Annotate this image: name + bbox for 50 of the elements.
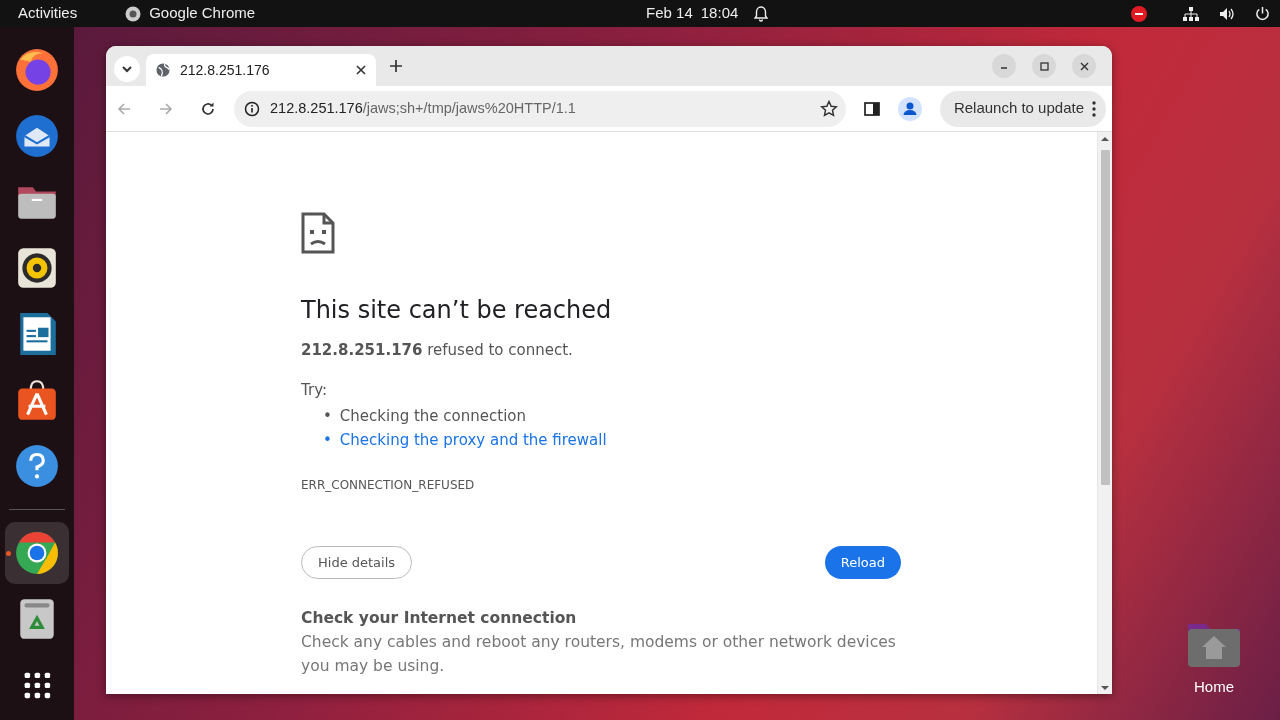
close-window-button[interactable] (1072, 54, 1096, 78)
maximize-icon (1039, 61, 1049, 71)
more-icon[interactable] (1092, 100, 1096, 117)
hide-details-button[interactable]: Hide details (301, 545, 413, 579)
bullet: • (323, 405, 332, 427)
error-code: ERR_CONNECTION_REFUSED (301, 476, 476, 494)
activities-button[interactable]: Activities (18, 2, 78, 25)
scrollbar[interactable] (1097, 132, 1112, 694)
reload-button[interactable]: Reload (824, 545, 901, 579)
help-icon[interactable] (14, 443, 60, 489)
close-icon[interactable] (356, 65, 366, 75)
globe-icon (156, 63, 170, 77)
folder-label[interactable]: Home (1194, 676, 1234, 699)
bullet: • (323, 429, 332, 451)
error-title: This site can’t be reached (301, 296, 613, 325)
tab-search-button[interactable] (114, 56, 140, 82)
bird-icon[interactable] (14, 113, 60, 159)
info-icon[interactable] (244, 100, 260, 117)
error-message: 212.8.251.176 refused to connect. (301, 339, 574, 361)
power-icon[interactable] (1255, 6, 1270, 21)
clock-date[interactable]: Feb 14 (646, 2, 693, 25)
suggestions-label: Try: (301, 380, 328, 402)
new-tab-icon[interactable] (390, 60, 402, 72)
star-icon[interactable] (819, 99, 838, 118)
chrome-icon (125, 5, 142, 22)
browser-tab[interactable]: 212.8.251.176 (146, 54, 376, 86)
sad-page-icon (301, 212, 335, 254)
scroll-down-icon[interactable] (1101, 685, 1109, 691)
clock-time[interactable]: 18:04 (700, 2, 739, 25)
network-icon[interactable] (1183, 6, 1199, 21)
details-text: Check any cables and reboot any routers, modems or other network devices you may be using. (301, 632, 897, 678)
caret-icon (121, 65, 133, 73)
close-icon (1079, 61, 1089, 71)
tab-title: 212.8.251.176 (180, 60, 270, 80)
firefox-icon[interactable] (14, 47, 60, 93)
maximize-button[interactable] (1032, 54, 1056, 78)
blocked-icon[interactable] (1131, 5, 1147, 22)
side-panel-icon[interactable] (863, 100, 880, 117)
address-bar[interactable]: 212.8.251.176/jaws;sh+/tmp/jaws%20HTTP/1.1 (234, 90, 846, 127)
suggestion-link[interactable]: Checking the proxy and the firewall (339, 427, 607, 452)
profile-icon[interactable] (897, 96, 922, 121)
suggestion-text: Checking the connection (339, 405, 526, 427)
scroll-up-icon[interactable] (1101, 136, 1109, 142)
bell-icon[interactable] (754, 5, 769, 22)
relaunch-button[interactable]: Relaunch to update (939, 90, 1106, 127)
chrome-icon[interactable] (14, 530, 60, 576)
reload-icon[interactable] (200, 100, 216, 117)
details-heading: Check your Internet connection (301, 607, 578, 629)
app-name[interactable]: Google Chrome (149, 2, 256, 25)
volume-icon[interactable] (1219, 6, 1235, 21)
